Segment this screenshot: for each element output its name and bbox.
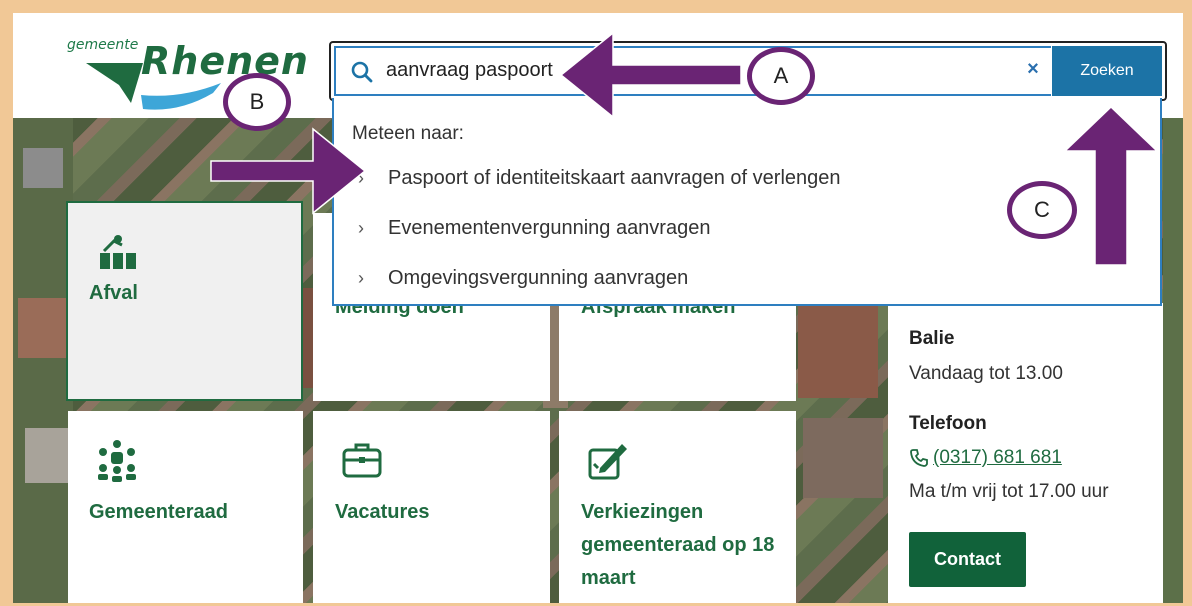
annotation-b-marker: B	[223, 73, 291, 131]
annotation-c-marker: C	[1007, 181, 1077, 239]
arrow-c	[1063, 105, 1159, 266]
arrow-b	[210, 127, 367, 215]
annotation-a-marker: A	[747, 47, 815, 105]
arrow-a	[559, 31, 742, 119]
page-frame: gemeente Rhenen aanvraag paspoort × Zoek…	[13, 13, 1183, 603]
annotation-arrows	[210, 31, 1159, 266]
